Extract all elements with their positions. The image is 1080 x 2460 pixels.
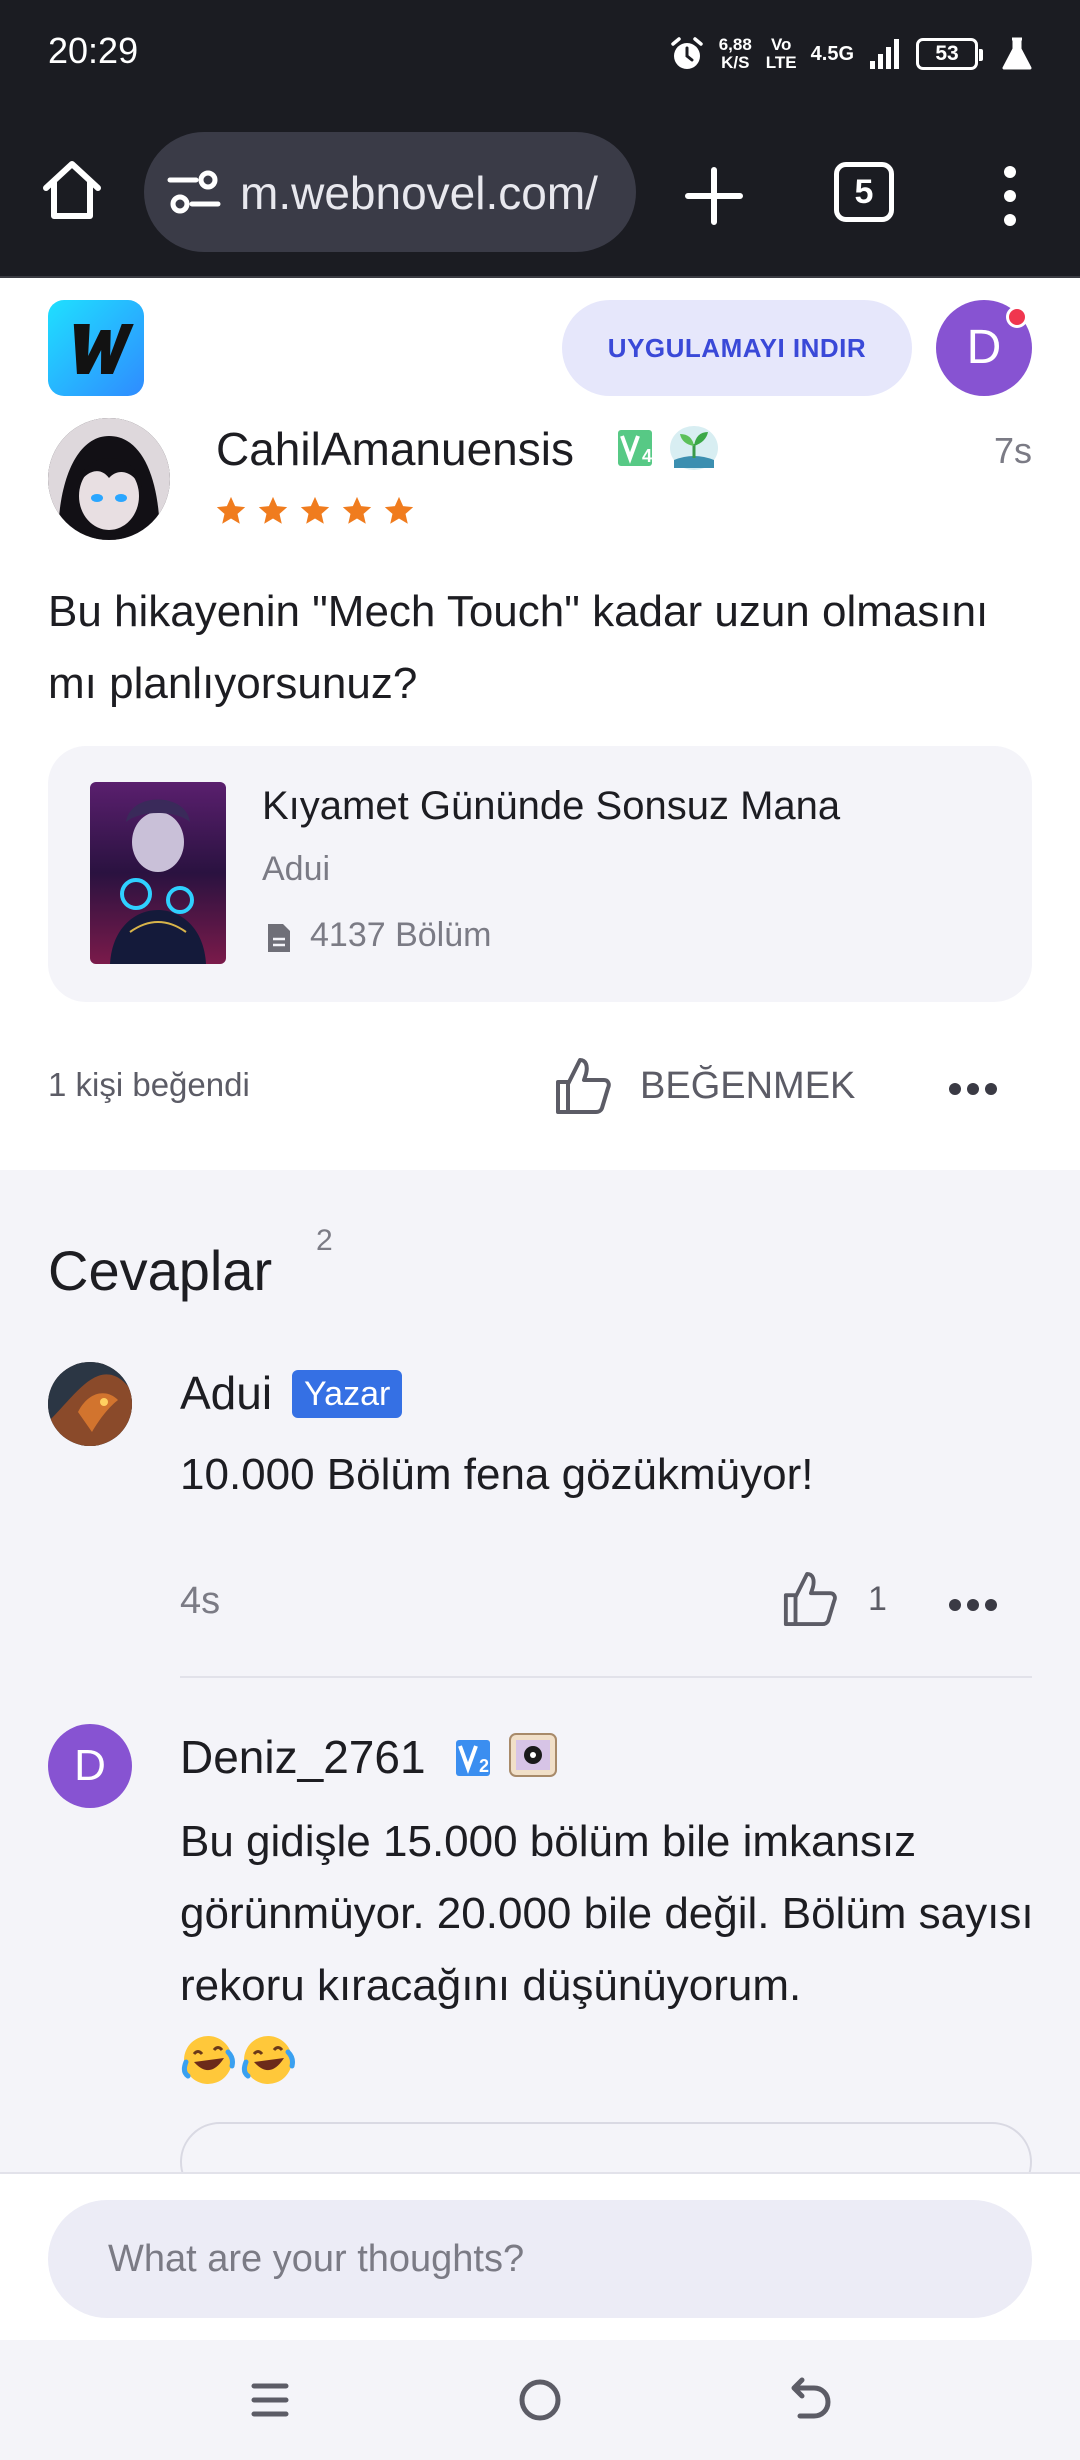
commenter-avatar[interactable] bbox=[48, 418, 170, 540]
overflow-menu-icon[interactable] bbox=[1000, 164, 1020, 228]
net-speed-unit: K/S bbox=[721, 53, 750, 72]
star-icon bbox=[384, 496, 414, 524]
comment-input[interactable] bbox=[48, 2200, 1032, 2318]
reply-body: 10.000 Bölüm fena gözükmüyor! bbox=[180, 1450, 814, 1499]
book-title[interactable]: Kıyamet Gününde Sonsuz Mana bbox=[262, 784, 840, 829]
level-badge-text: 2 bbox=[479, 1756, 489, 1776]
reply-avatar-image bbox=[48, 1362, 132, 1446]
sprout-badge-icon bbox=[670, 426, 718, 470]
reply-time: 4s bbox=[180, 1580, 221, 1622]
book-cover-art bbox=[90, 782, 226, 964]
recent-apps-icon[interactable] bbox=[244, 2374, 296, 2426]
star-icon bbox=[258, 496, 288, 524]
star-icon bbox=[342, 496, 372, 524]
composer-bar bbox=[0, 2172, 1080, 2340]
home-circle-icon[interactable] bbox=[514, 2374, 566, 2426]
signal-icon bbox=[870, 39, 899, 69]
browser-toolbar: m.webnovel.com/ 5 bbox=[0, 110, 1080, 278]
reply-author[interactable]: Adui bbox=[180, 1366, 272, 1420]
comment-time: 7s bbox=[993, 430, 1032, 471]
webnovel-logo-mark bbox=[73, 324, 134, 374]
notification-dot bbox=[1006, 306, 1028, 328]
reply-body: Bu gidişle 15.000 bölüm bile imkansız gö… bbox=[180, 1817, 1034, 2010]
net-speed-value: 6,88 bbox=[718, 35, 752, 54]
back-icon[interactable] bbox=[784, 2374, 836, 2426]
author-badge: Yazar bbox=[292, 1370, 403, 1418]
alarm-icon bbox=[670, 37, 703, 69]
tabs-icon[interactable]: 5 bbox=[834, 162, 894, 222]
level-badge-icon: 2 bbox=[456, 1740, 490, 1776]
commenter-name[interactable]: CahilAmanuensis bbox=[216, 422, 574, 476]
flask-icon bbox=[1002, 37, 1032, 70]
thumbs-up-icon[interactable] bbox=[782, 1570, 838, 1628]
reply-author[interactable]: Deniz_2761 bbox=[180, 1730, 426, 1784]
book-cover[interactable] bbox=[90, 782, 226, 964]
download-app-button[interactable]: UYGULAMAYI INDIR bbox=[562, 300, 912, 396]
tune-icon[interactable] bbox=[166, 168, 222, 216]
thumbs-up-icon bbox=[556, 1058, 611, 1114]
book-author: Adui bbox=[262, 850, 331, 888]
volte-indicator: Vo LTE bbox=[766, 36, 797, 72]
battery-icon: 53 bbox=[916, 38, 983, 70]
replies-title: Cevaplar bbox=[48, 1239, 273, 1302]
home-icon[interactable] bbox=[38, 156, 106, 224]
laughing-emoji-icon bbox=[241, 2036, 295, 2084]
laughing-emoji-icon bbox=[181, 2036, 235, 2084]
status-icons: 6,88 K/S Vo LTE 4.5G 53 bbox=[669, 26, 1034, 82]
rating-stars bbox=[214, 494, 416, 528]
status-time: 20:29 bbox=[48, 30, 139, 71]
volte-bottom: LTE bbox=[765, 53, 797, 72]
comment-body: Bu hikayenin "Mech Touch" kadar uzun olm… bbox=[48, 587, 989, 708]
avatar-image bbox=[48, 418, 170, 540]
plus-icon[interactable] bbox=[682, 164, 746, 228]
reply-avatar[interactable] bbox=[48, 1362, 132, 1446]
replies-count: 2 bbox=[316, 1224, 333, 1257]
volte-top: Vo bbox=[770, 35, 792, 54]
level-badge-text: 4 bbox=[642, 446, 652, 466]
level-badge-icon: 4 bbox=[618, 430, 652, 466]
more-dots-icon[interactable] bbox=[948, 1598, 998, 1612]
url-bar[interactable]: m.webnovel.com/ bbox=[144, 132, 636, 252]
system-nav-bar bbox=[0, 2340, 1080, 2460]
url-text[interactable]: m.webnovel.com/ bbox=[240, 166, 598, 220]
book-chapter-count: 4137 Bölüm bbox=[310, 916, 492, 954]
status-bar: 20:29 6,88 K/S Vo LTE 4.5G 53 bbox=[0, 0, 1080, 110]
webnovel-logo[interactable] bbox=[48, 300, 144, 396]
book-card[interactable]: Kıyamet Gününde Sonsuz Mana Adui 4137 Bö… bbox=[48, 746, 1032, 1002]
like-button[interactable]: BEĞENMEK bbox=[554, 1052, 855, 1120]
document-icon bbox=[268, 924, 290, 952]
eye-badge-icon bbox=[509, 1733, 557, 1777]
reply-avatar[interactable]: D bbox=[48, 1724, 132, 1808]
reply-like-count: 1 bbox=[868, 1580, 887, 1618]
more-dots-icon[interactable] bbox=[948, 1082, 998, 1096]
star-icon bbox=[300, 496, 330, 524]
network-type: 4.5G bbox=[810, 43, 854, 65]
net-speed: 6,88 K/S bbox=[719, 36, 752, 72]
like-label[interactable]: BEĞENMEK bbox=[640, 1065, 855, 1108]
divider bbox=[180, 1676, 1032, 1678]
star-icon bbox=[216, 496, 246, 524]
reply-emoji bbox=[180, 2032, 296, 2088]
likes-summary: 1 kişi beğendi bbox=[48, 1066, 250, 1103]
replies-section: Cevaplar 2 Adui Yazar 10.000 Bölüm fena … bbox=[0, 1170, 1080, 2202]
